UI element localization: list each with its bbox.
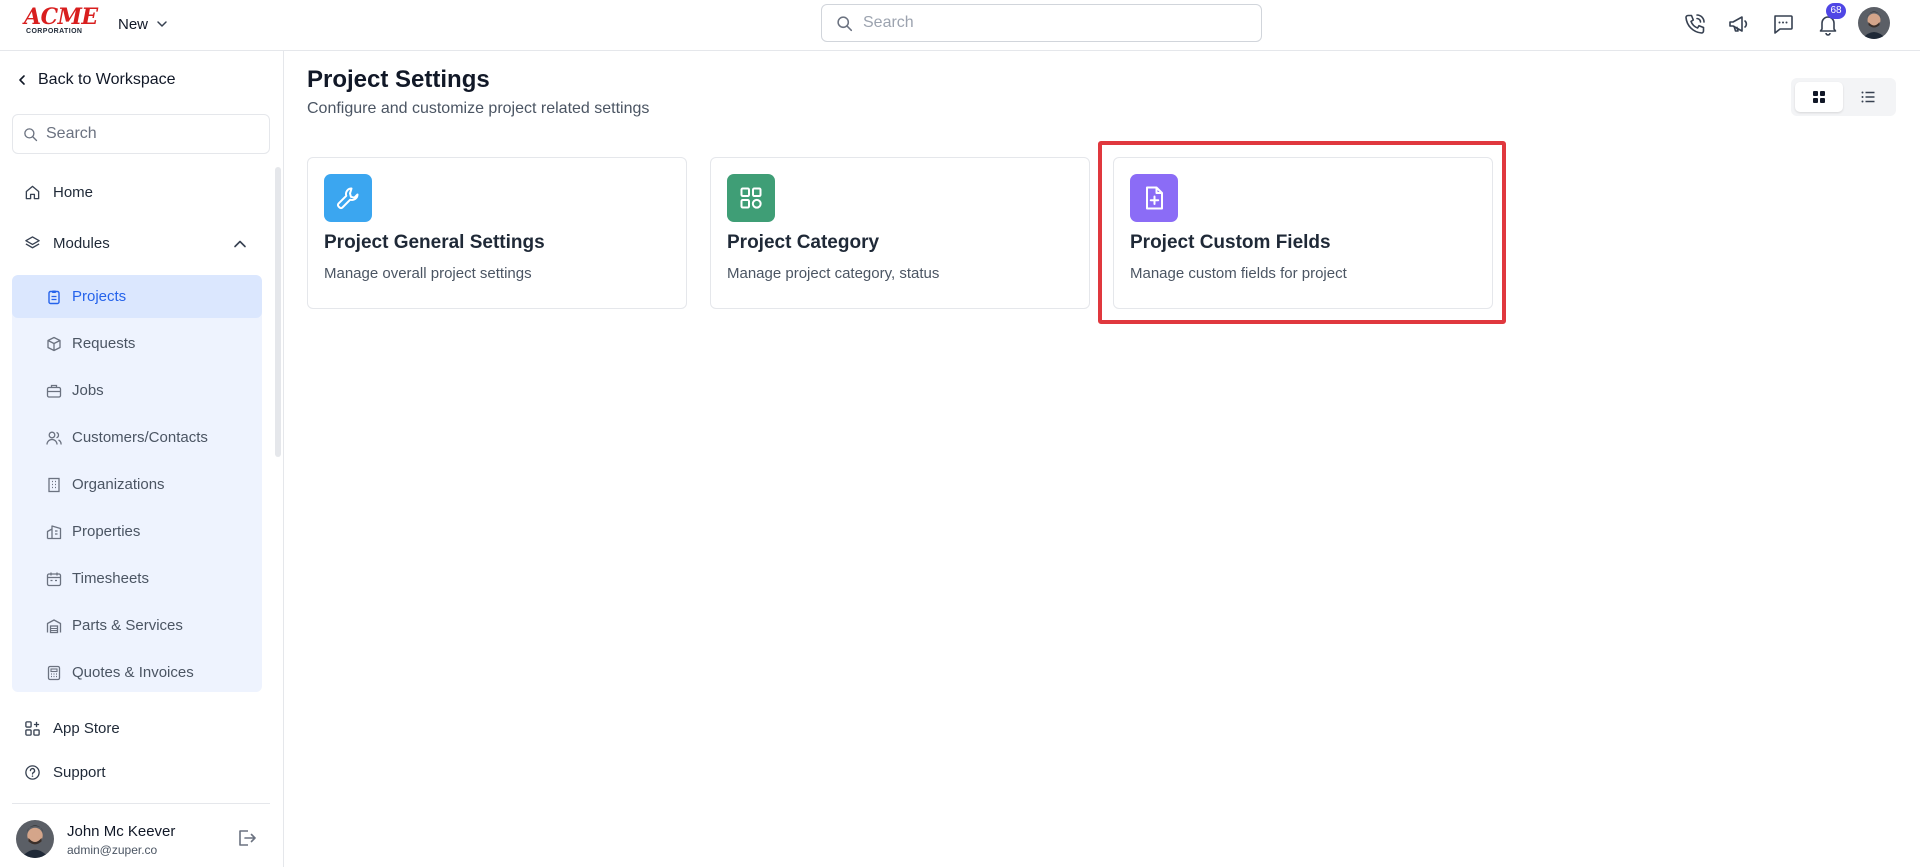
modules-submenu: Projects Requests Jobs Customers/Contact… (12, 275, 262, 692)
phone-icon (1685, 14, 1705, 34)
customers-contacts-label: Customers/Contacts (72, 429, 208, 446)
search-icon (24, 127, 38, 141)
calculator-icon (47, 665, 61, 680)
warehouse-icon (46, 618, 62, 633)
profile-divider (12, 803, 270, 804)
chevron-up-icon[interactable] (233, 237, 247, 251)
timesheets-label: Timesheets (72, 570, 149, 587)
chat-icon (1774, 15, 1793, 34)
sidebar-item-properties[interactable]: Properties (12, 510, 262, 553)
users-icon (46, 431, 62, 445)
card-title: Project Custom Fields (1130, 232, 1331, 253)
notification-count-badge: 68 (1826, 3, 1846, 19)
chevron-down-icon (157, 21, 167, 27)
support-label: Support (53, 764, 106, 781)
layers-icon (25, 236, 40, 249)
card-title: Project Category (727, 232, 880, 253)
file-plus-icon (1146, 186, 1163, 210)
user-email: admin@zuper.co (67, 843, 158, 857)
calendar-icon (46, 572, 62, 586)
messages-button[interactable] (1769, 10, 1797, 38)
sidebar-item-home[interactable]: Home (24, 184, 93, 201)
top-bar: ACME CORPORATION New 68 (0, 0, 1920, 51)
user-avatar[interactable] (1858, 7, 1890, 39)
quotes-invoices-label: Quotes & Invoices (72, 664, 194, 681)
megaphone-icon (1729, 16, 1748, 32)
avatar-portrait-icon (16, 820, 54, 858)
logo-text: ACME (24, 4, 98, 30)
sidebar-item-requests[interactable]: Requests (12, 322, 262, 365)
sidebar-search-input[interactable] (46, 125, 246, 143)
page-subtitle: Configure and customize project related … (307, 100, 650, 117)
acme-logo[interactable]: ACME CORPORATION (24, 4, 98, 38)
projects-label: Projects (72, 288, 127, 305)
sidebar-item-projects[interactable]: Projects (12, 275, 262, 318)
list-view-icon (1861, 91, 1875, 103)
list-view-button[interactable] (1844, 82, 1892, 112)
settings-card-general[interactable]: Project General Settings Manage overall … (307, 157, 687, 309)
jobs-label: Jobs (72, 382, 104, 399)
card-icon-tile (324, 174, 372, 222)
card-icon-tile (727, 174, 775, 222)
clipboard-icon (48, 290, 60, 304)
home-icon (25, 185, 40, 200)
wrench-icon (336, 187, 359, 210)
chevron-left-icon (19, 75, 25, 85)
box-icon (47, 336, 61, 351)
sidebar-scrollbar[interactable] (275, 167, 281, 457)
sidebar-item-app-store[interactable]: App Store (24, 720, 120, 737)
sidebar-item-modules[interactable]: Modules (24, 235, 110, 252)
phone-button[interactable] (1681, 10, 1709, 38)
sidebar-item-organizations[interactable]: Organizations (12, 463, 262, 506)
sidebar-search[interactable] (12, 114, 270, 154)
logout-icon[interactable] (236, 827, 258, 849)
card-description: Manage custom fields for project (1130, 265, 1347, 282)
requests-label: Requests (72, 335, 136, 352)
card-icon-tile (1130, 174, 1178, 222)
sidebar-item-customers-contacts[interactable]: Customers/Contacts (12, 416, 262, 459)
sidebar-item-parts-services[interactable]: Parts & Services (12, 604, 262, 647)
back-label: Back to Workspace (38, 71, 176, 88)
card-description: Manage overall project settings (324, 265, 532, 282)
sidebar-item-support[interactable]: Support (24, 764, 106, 781)
sidebar: Back to Workspace Home Modules Projects … (0, 51, 284, 867)
announcements-button[interactable] (1725, 10, 1753, 38)
global-search-input[interactable] (863, 14, 1243, 32)
back-to-workspace-link[interactable]: Back to Workspace (16, 71, 176, 89)
properties-icon (46, 524, 62, 539)
card-title: Project General Settings (324, 232, 545, 253)
new-label: New (118, 15, 149, 33)
modules-label: Modules (53, 235, 110, 252)
profile-avatar[interactable] (16, 820, 54, 858)
grid-view-button[interactable] (1795, 82, 1843, 112)
sidebar-item-jobs[interactable]: Jobs (12, 369, 262, 412)
new-dropdown-button[interactable]: New (118, 13, 168, 35)
user-name: John Mc Keever (67, 823, 176, 840)
help-circle-icon (25, 765, 40, 780)
grid-icon (740, 187, 762, 209)
sidebar-item-quotes-invoices[interactable]: Quotes & Invoices (12, 651, 262, 692)
home-label: Home (53, 184, 94, 201)
app-store-label: App Store (53, 720, 120, 737)
avatar-portrait-icon (1858, 7, 1890, 39)
app-store-icon (25, 721, 40, 736)
settings-card-custom-fields[interactable]: Project Custom Fields Manage custom fiel… (1113, 157, 1493, 309)
properties-label: Properties (72, 523, 141, 540)
global-search[interactable] (821, 4, 1262, 42)
view-mode-toggle (1791, 78, 1896, 116)
parts-services-label: Parts & Services (72, 617, 183, 634)
grid-view-icon (1813, 91, 1825, 103)
organizations-label: Organizations (72, 476, 165, 493)
page-title: Project Settings (307, 66, 490, 93)
settings-card-category[interactable]: Project Category Manage project category… (710, 157, 1090, 309)
search-icon (837, 15, 853, 31)
building-icon (48, 477, 60, 492)
card-description: Manage project category, status (727, 265, 940, 282)
sidebar-item-timesheets[interactable]: Timesheets (12, 557, 262, 600)
briefcase-icon (46, 384, 62, 398)
